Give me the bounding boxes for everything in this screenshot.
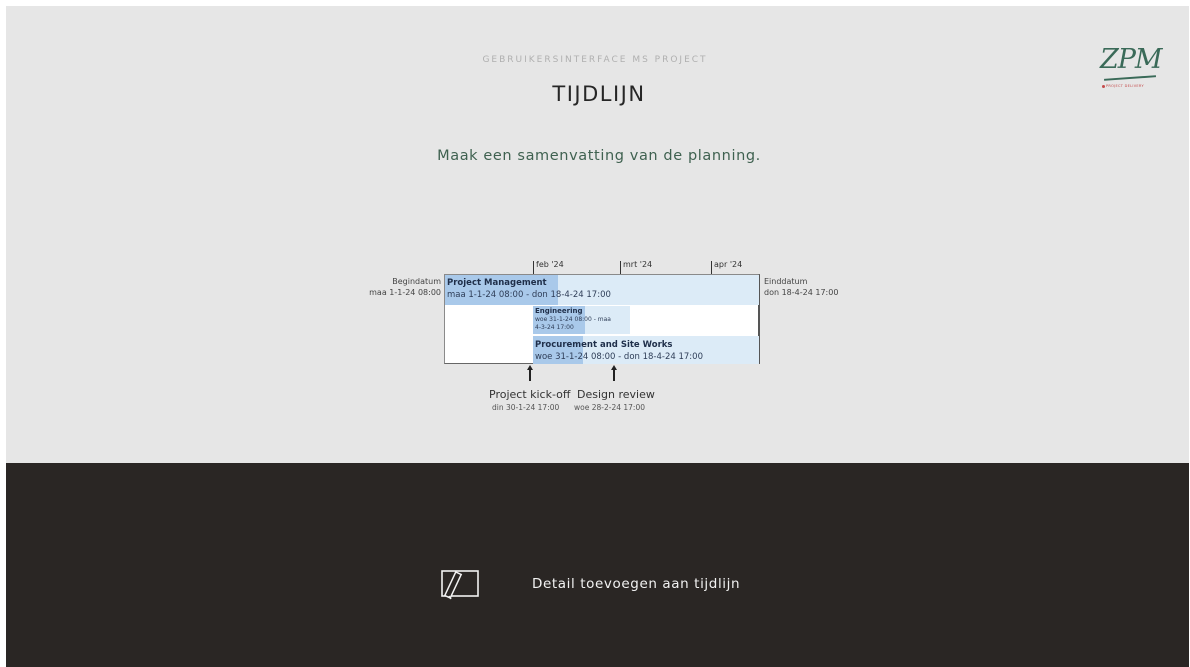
slide-subtitle: GEBRUIKERSINTERFACE MS PROJECT <box>482 55 708 65</box>
start-label: Begindatum <box>392 277 441 286</box>
task-dates-engineering-line1: woe 31-1-24 08:00 - maa <box>535 316 611 323</box>
milestone-date-kickoff: din 30-1-24 17:00 <box>492 403 560 412</box>
command-bar-area <box>6 463 1189 667</box>
tick-label-mrt: mrt '24 <box>623 260 653 269</box>
end-label: Einddatum <box>764 277 808 286</box>
milestone-date-design-review: woe 28-2-24 17:00 <box>574 403 645 412</box>
logo-mark: ZPM <box>1100 44 1163 75</box>
zpm-logo: ZPM PROJECT DELIVERY <box>1094 44 1164 98</box>
end-date: don 18-4-24 17:00 <box>764 288 839 297</box>
logo-underline <box>1104 75 1156 81</box>
milestone-name-kickoff: Project kick-off <box>489 388 571 401</box>
tick-label-feb: feb '24 <box>536 260 564 269</box>
slide-title: TIJDLIJN <box>552 82 646 106</box>
task-name-procurement: Procurement and Site Works <box>535 340 673 350</box>
task-name-project-management: Project Management <box>447 278 547 288</box>
tick-mark-apr <box>711 261 712 274</box>
pencil-edit-icon[interactable] <box>440 566 480 600</box>
start-date: maa 1-1-24 08:00 <box>369 288 441 297</box>
task-dates-engineering-line2: 4-3-24 17:00 <box>535 324 574 331</box>
milestone-arrow-design-review[interactable] <box>613 369 615 381</box>
tick-label-apr: apr '24 <box>714 260 743 269</box>
milestone-arrow-kickoff[interactable] <box>529 369 531 381</box>
task-name-engineering: Engineering <box>535 307 583 315</box>
add-detail-label: Detail toevoegen aan tijdlijn <box>532 576 741 592</box>
task-dates-procurement: woe 31-1-24 08:00 - don 18-4-24 17:00 <box>535 352 703 362</box>
logo-subtext: PROJECT DELIVERY <box>1102 84 1144 88</box>
logo-subtext-label: PROJECT DELIVERY <box>1106 84 1144 88</box>
tick-mark-feb <box>533 261 534 274</box>
slide-tagline: Maak een samenvatting van de planning. <box>437 148 761 164</box>
task-dates-project-management: maa 1-1-24 08:00 - don 18-4-24 17:00 <box>447 290 611 300</box>
tick-mark-mrt <box>620 261 621 274</box>
milestone-name-design-review: Design review <box>577 388 655 401</box>
